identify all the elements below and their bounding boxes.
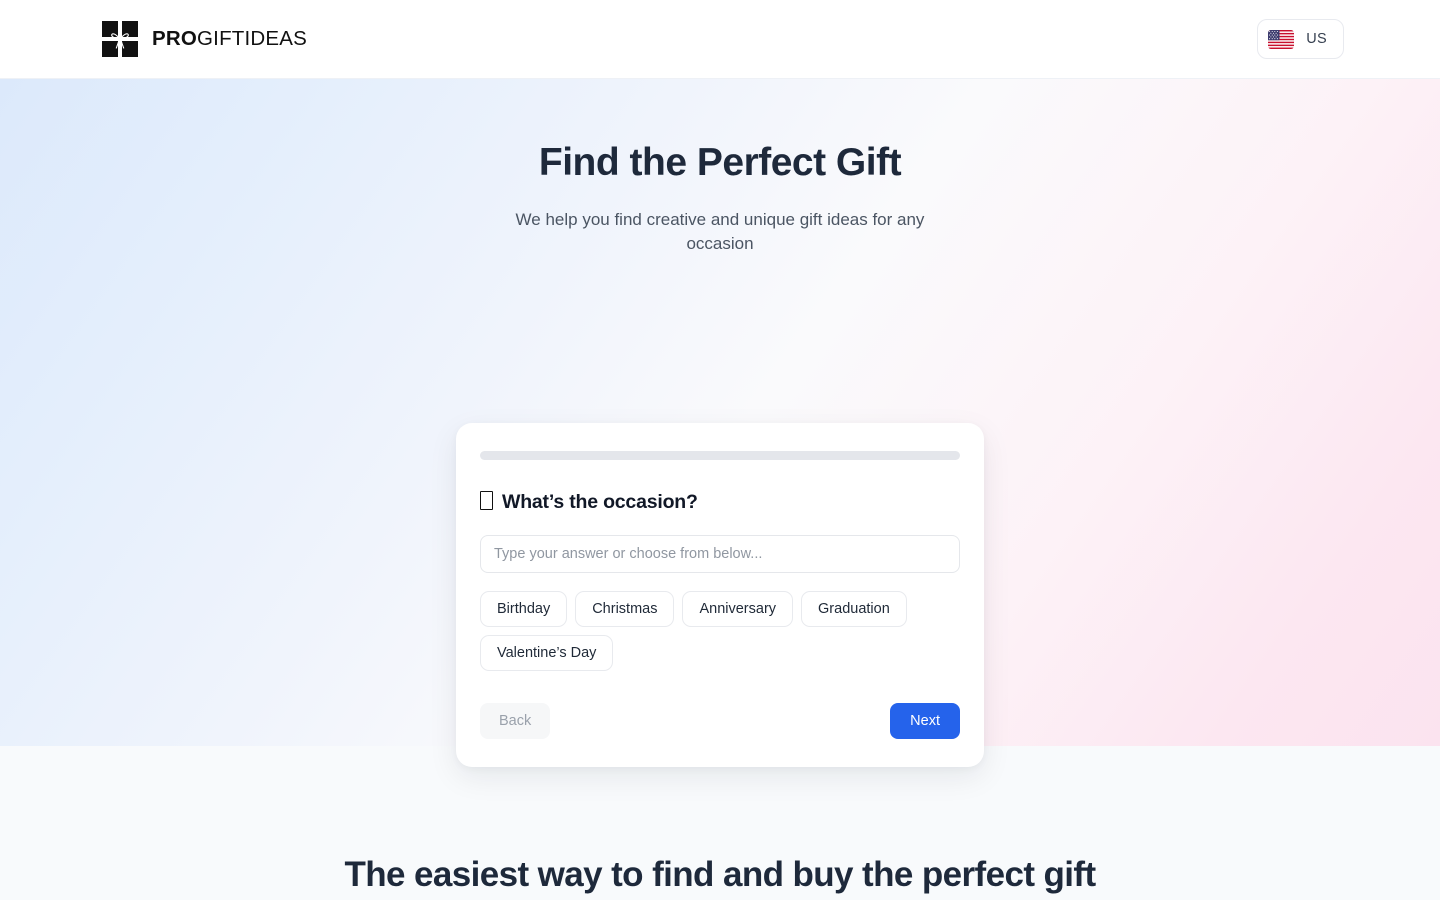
suggestion-chip[interactable]: Graduation xyxy=(801,591,907,627)
progress-bar xyxy=(480,451,960,460)
back-button[interactable]: Back xyxy=(480,703,551,739)
features-title: The easiest way to find and buy the perf… xyxy=(344,855,1096,894)
brand-name-pro: PRO xyxy=(152,26,198,50)
brand-name: PROGIFTIDEAS xyxy=(152,26,308,50)
site-header: PROGIFTIDEAS US xyxy=(0,0,1440,79)
page-subtitle: We help you find creative and unique gif… xyxy=(515,209,925,254)
gift-finder-card: What’s the occasion? BirthdayChristmasAn… xyxy=(456,423,984,767)
features-section: The easiest way to find and buy the perf… xyxy=(0,746,1440,900)
brand-name-giftideas: GIFTIDEAS xyxy=(197,26,308,50)
page-title: Find the Perfect Gift xyxy=(538,141,902,184)
gift-box-icon xyxy=(102,21,138,57)
country-selector[interactable]: US xyxy=(1257,19,1344,59)
us-flag-icon xyxy=(1268,29,1295,49)
card-actions: Back Next xyxy=(480,703,960,739)
brand-logo[interactable]: PROGIFTIDEAS xyxy=(102,21,307,57)
occasion-emoji-icon xyxy=(480,491,493,510)
question-label: What’s the occasion? xyxy=(502,491,698,513)
country-code-label: US xyxy=(1306,31,1327,47)
suggestion-chip[interactable]: Christmas xyxy=(575,591,675,627)
next-button[interactable]: Next xyxy=(890,703,960,739)
answer-input[interactable] xyxy=(480,535,960,573)
suggestion-chip[interactable]: Valentine’s Day xyxy=(480,635,614,671)
question-row: What’s the occasion? xyxy=(480,489,960,514)
suggestion-chip[interactable]: Birthday xyxy=(480,591,568,627)
suggestion-chip[interactable]: Anniversary xyxy=(682,591,794,627)
suggestion-chips: Birthday Christmas Anniversary Graduation Va… xyxy=(480,591,960,671)
hero-section: Find the Perfect Gift We help you find c… xyxy=(0,79,1440,767)
